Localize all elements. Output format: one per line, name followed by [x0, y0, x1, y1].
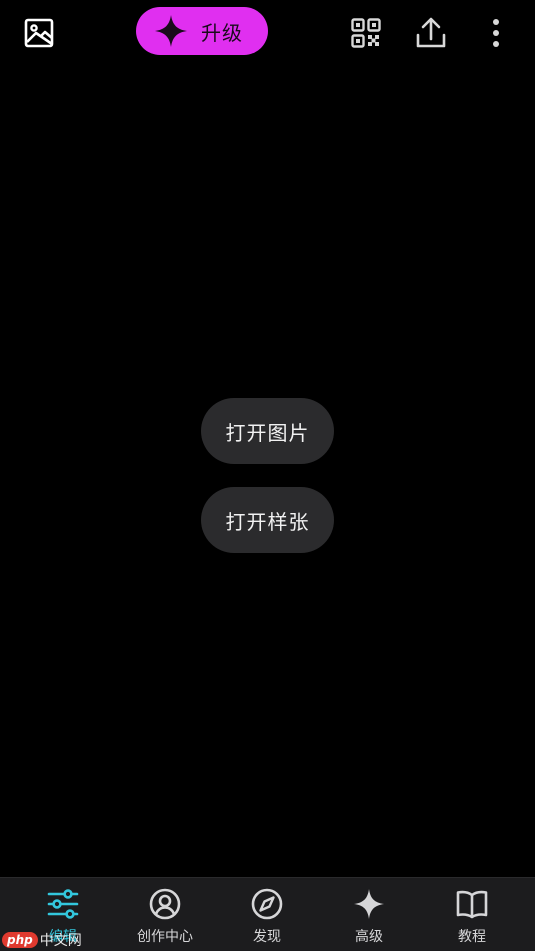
nav-item-advanced[interactable]: 高级: [324, 886, 414, 950]
nav-label-tutorial: 教程: [458, 929, 486, 945]
user-circle-icon: [147, 886, 183, 922]
book-icon: [454, 886, 490, 922]
watermark: php 中文网: [2, 929, 82, 951]
share-button[interactable]: [411, 13, 451, 53]
top-bar: 升级: [0, 0, 535, 66]
compass-icon: [249, 886, 285, 922]
sliders-icon: [45, 886, 81, 922]
nav-item-tutorial[interactable]: 教程: [427, 886, 517, 950]
gallery-button[interactable]: [19, 13, 59, 53]
sparkle-icon: [154, 14, 188, 48]
nav-item-creator-center[interactable]: 创作中心: [120, 886, 210, 950]
qr-code-icon: [351, 18, 381, 48]
nav-label-advanced: 高级: [355, 929, 383, 945]
open-sample-button[interactable]: 打开样张: [201, 487, 334, 553]
nav-label-creator-center: 创作中心: [137, 929, 193, 945]
share-upload-icon: [416, 17, 446, 48]
qr-code-button[interactable]: [346, 13, 386, 53]
open-image-button[interactable]: 打开图片: [201, 398, 334, 464]
upgrade-label: 升级: [201, 20, 243, 45]
more-vertical-icon: [493, 19, 499, 47]
watermark-badge: php: [2, 932, 38, 948]
upgrade-button[interactable]: 升级: [136, 7, 268, 55]
sparkle-icon: [351, 886, 387, 922]
nav-item-discover[interactable]: 发现: [222, 886, 312, 950]
more-options-button[interactable]: [476, 13, 516, 53]
nav-label-discover: 发现: [253, 929, 281, 945]
watermark-text: 中文网: [39, 933, 82, 949]
gallery-icon: [24, 18, 54, 48]
